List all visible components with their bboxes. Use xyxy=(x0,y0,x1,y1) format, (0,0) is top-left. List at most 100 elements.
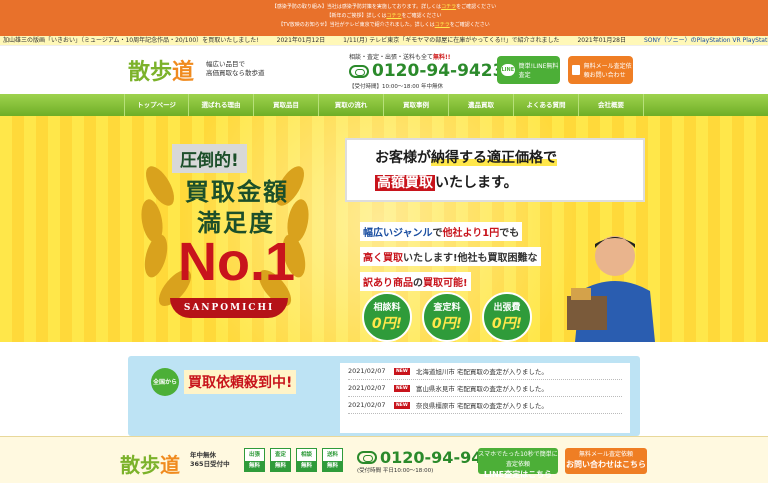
nav-item-company[interactable]: 会社概要 xyxy=(579,94,644,116)
badge-value: 0円! xyxy=(371,316,403,332)
badge-label: 相談料 xyxy=(373,303,401,313)
open-notice: 年中無休 365日受付中 xyxy=(190,451,230,469)
alert-tag: 【TV放映のお知らせ】 xyxy=(278,22,330,28)
badge-bottom: 無料 xyxy=(297,461,316,472)
alert-link[interactable]: コチラ xyxy=(387,13,402,19)
line-small-text: スマホでたった10秒で簡単に査定依頼 xyxy=(478,451,558,468)
tagline-line: 幅広い品目で xyxy=(206,60,245,68)
alert-tag: 【感染予防の取り組み】 xyxy=(271,4,327,10)
nav-item-cases[interactable]: 買取事例 xyxy=(384,94,449,116)
badge-value: 0円! xyxy=(491,316,523,332)
news-date: 2021/02/07 xyxy=(348,401,386,409)
nav-item-faq[interactable]: よくある質問 xyxy=(514,94,579,116)
point-text: で xyxy=(432,228,443,239)
ticker-date: 2021年01月12日 xyxy=(276,37,326,44)
badge-bottom: 無料 xyxy=(245,461,264,472)
point-text: の xyxy=(413,278,423,289)
alert-text: 当社がテレビ東京で紹介されました。詳しくは xyxy=(329,22,435,28)
banner-text: いたします。 xyxy=(435,175,518,191)
hero-no1: No.1 xyxy=(178,232,296,292)
alert-text: 当社は感染予防対策を実施しております。詳しくは xyxy=(326,4,442,10)
point-text: 買取可能! xyxy=(423,278,468,289)
free-badge: 査定 無料 xyxy=(270,448,291,472)
alert-row: 【TV放映のお知らせ】当社がテレビ東京で紹介されました。詳しくはコチラをご確認く… xyxy=(0,21,768,30)
ticker-item[interactable]: SONY（ソニー）のPlayStation VR PlayStation Cam… xyxy=(644,36,768,45)
phone-number: 0120-94-9423 xyxy=(372,61,505,81)
point-text: いたします!他社も買取困難な xyxy=(403,253,538,264)
site-logo[interactable]: 散歩道 xyxy=(128,54,194,86)
footer-logo[interactable]: 散歩道 xyxy=(120,449,180,478)
nationwide-badge: 全国から xyxy=(151,368,179,396)
alert-bar: 【感染予防の取り組み】当社は感染予防対策を実施しております。詳しくはコチラをご確… xyxy=(0,0,768,36)
list-item[interactable]: 2021/02/07 NEW 北海道旭川市 宅配買取の査定が入りました。 xyxy=(348,363,622,380)
mail-big-text: お問い合わせはこちら xyxy=(566,460,646,469)
badge-value: 0円! xyxy=(431,316,463,332)
footer-hours: (受付時間 平日10:00〜18:00) xyxy=(357,468,434,474)
line-assessment-button[interactable]: LINE 簡単!LINE無料査定 xyxy=(497,56,560,84)
news-list: 2021/02/07 NEW 北海道旭川市 宅配買取の査定が入りました。 2021/… xyxy=(340,363,630,433)
line-icon: LINE xyxy=(501,64,515,76)
badge-top: 査定 xyxy=(274,452,286,458)
list-item[interactable]: 2021/02/07 NEW 富山県氷見市 宅配買取の査定が入りました。 xyxy=(348,380,622,397)
badge-label: 出張費 xyxy=(493,303,521,313)
banner-highlight: 納得する適正価格で xyxy=(431,150,557,166)
business-hours: 【受付時間】10:00〜18:00 年中無休 xyxy=(349,84,443,90)
free-visit-badge: 出張費 0円! xyxy=(482,292,532,342)
news-ticker: 加山雄三の版画「いきおい」（ミュージアム・10周年記念作品・20/100）を買取… xyxy=(0,36,768,46)
mail-button-label: 無料メール査定依頼お問い合わせ xyxy=(583,63,632,79)
freedial-icon xyxy=(357,451,377,464)
news-title: 買取依頼殺到中! xyxy=(184,370,297,394)
ticker-item[interactable]: 1/11(月) テレビ東京「ギモヤマの部屋に在庫がやってくる!!」で紹介されまし… xyxy=(343,36,559,45)
footer-line-button[interactable]: スマホでたった10秒で簡単に査定依頼 LINE査定はこちら xyxy=(478,448,558,479)
badge-label: 査定料 xyxy=(433,303,461,313)
new-badge: NEW xyxy=(394,401,410,409)
mail-small-text: 無料メール査定依頼 xyxy=(578,451,633,458)
logo-text: 散歩 xyxy=(128,59,173,85)
news-date: 2021/02/07 xyxy=(348,384,386,392)
fixed-footer-bar: 散歩道 年中無休 365日受付中 出張 無料 査定 無料 相談 無料 送料 無料 0120… xyxy=(0,436,768,483)
nav-item-estate[interactable]: 遺品買取 xyxy=(449,94,514,116)
alert-link[interactable]: コチラ xyxy=(435,22,450,28)
tagline: 幅広い品目で 高価買取なら散歩道 xyxy=(206,60,265,78)
point-text: でも xyxy=(499,228,520,239)
banner-line-2: 高額買取 いたします。 xyxy=(375,172,518,192)
new-badge: NEW xyxy=(394,384,410,392)
mail-inquiry-button[interactable]: 無料メール査定依頼お問い合わせ xyxy=(568,56,633,84)
free-text: 相談・査定・出張・送料も全て xyxy=(349,54,434,61)
open-line: 365日受付中 xyxy=(190,460,230,468)
nav-item-reasons[interactable]: 選ばれる理由 xyxy=(189,94,254,116)
line-big-text: LINE査定はこちら xyxy=(483,470,553,479)
nav-item-top[interactable]: トップページ xyxy=(124,94,189,116)
badge-bottom: 無料 xyxy=(323,461,342,472)
logo-text-accent: 道 xyxy=(160,453,180,477)
banner-emphasis: 高額買取 xyxy=(375,175,435,191)
alert-link[interactable]: コチラ xyxy=(441,4,456,10)
header-phone[interactable]: 0120-94-9423 xyxy=(349,61,504,81)
news-section: 全国から 買取依頼殺到中! 2021/02/07 NEW 北海道旭川市 宅配買取の査… xyxy=(0,342,768,436)
logo-text-accent: 道 xyxy=(172,59,195,85)
banner-line-1: お客様が納得する適正価格で xyxy=(375,147,557,167)
alert-row: 【新年のご挨拶】詳しくはコチラをご確認ください xyxy=(0,12,768,21)
badge-top: 出張 xyxy=(248,452,260,458)
nav-item-items[interactable]: 買取品目 xyxy=(254,94,319,116)
free-assessment-badge: 査定料 0円! xyxy=(422,292,472,342)
logo-text: 散歩 xyxy=(120,453,160,477)
list-item[interactable]: 2021/02/07 NEW 奈良県橿原市 宅配買取の査定が入りました。 xyxy=(348,397,622,414)
free-badges: 出張無料 査定無料 相談 無料 送料無料 xyxy=(244,448,343,472)
footer-mail-button[interactable]: 無料メール査定依頼お問い合わせはこちら xyxy=(565,448,647,474)
free-badge: 送料 無料 xyxy=(322,448,343,472)
news-text: 奈良県橿原市 宅配買取の査定が入りました。 xyxy=(415,402,548,410)
hero-headline-1: 買取金額 xyxy=(185,178,289,206)
point-text: 他社より1円 xyxy=(442,228,500,239)
ticker-item[interactable]: 加山雄三の版画「いきおい」（ミュージアム・10周年記念作品・20/100）を買取… xyxy=(3,36,259,45)
badge-bottom: 無料 xyxy=(271,461,290,472)
alert-tail: をご確認ください xyxy=(456,4,497,10)
free-consult-badge: 相談料 0円! xyxy=(362,292,412,342)
news-date: 2021/02/07 xyxy=(348,367,386,375)
badge-top: 送料 xyxy=(326,452,338,458)
free-badge: 相談 無料 xyxy=(296,448,317,472)
news-text: 富山県氷見市 宅配買取の査定が入りました。 xyxy=(415,385,548,393)
nav-item-flow[interactable]: 買取の流れ xyxy=(319,94,384,116)
hero-tag: 圧倒的! xyxy=(172,144,247,173)
ticker-date: 2021年01月28日 xyxy=(577,37,626,44)
